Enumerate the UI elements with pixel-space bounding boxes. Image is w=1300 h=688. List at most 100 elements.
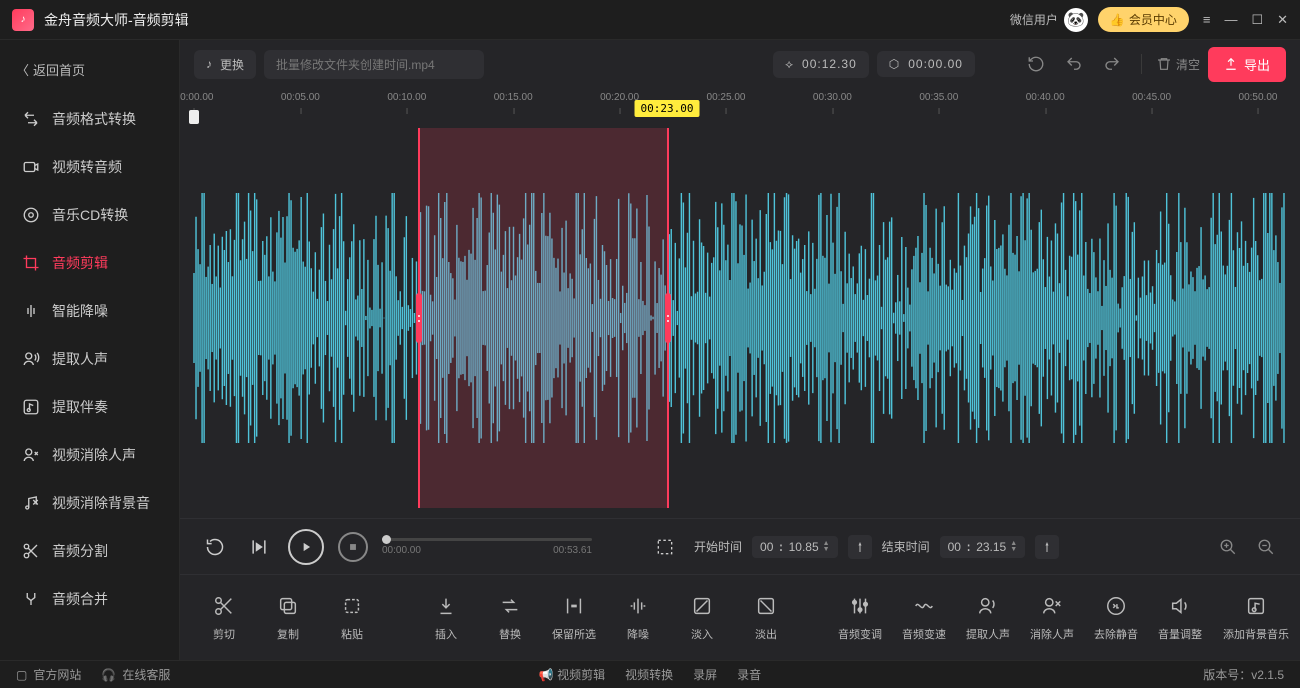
selection-region[interactable]: 00:23.00	[418, 128, 669, 508]
play-selection-button[interactable]	[244, 532, 274, 562]
tool-cut[interactable]: 剪切	[196, 594, 252, 642]
sidebar-item-cd-convert[interactable]: 音乐CD转换	[0, 191, 179, 239]
headset-icon: 🎧	[101, 668, 116, 682]
remove-silence-icon	[1104, 594, 1128, 618]
tool-label: 消除人声	[1030, 626, 1074, 642]
zoom-out-button[interactable]	[1252, 533, 1280, 561]
sidebar-item-video-to-audio[interactable]: 视频转音频	[0, 143, 179, 191]
tool-fade-out[interactable]: 淡出	[738, 594, 794, 642]
volume-icon	[1168, 594, 1192, 618]
vip-center-button[interactable]: 👍 会员中心	[1098, 7, 1189, 32]
stepper-arrows-icon[interactable]: ▲▼	[1010, 541, 1017, 553]
redo-button[interactable]	[1097, 49, 1127, 79]
pin-end-button[interactable]	[1035, 535, 1059, 559]
sidebar-item-label: 音乐CD转换	[52, 205, 128, 225]
tool-insert[interactable]: 插入	[418, 594, 474, 642]
minimize-button[interactable]: —	[1224, 12, 1237, 28]
tool-label: 复制	[277, 626, 299, 642]
start-time-input[interactable]: 00:10.85▲▼	[752, 536, 838, 558]
sidebar-item-denoise[interactable]: 智能降噪	[0, 287, 179, 335]
progress-bar[interactable]: 00:00.0000:53.61	[382, 538, 592, 556]
tool-pitch[interactable]: 音频变调	[832, 594, 888, 642]
sidebar-item-video-remove-bgm[interactable]: 视频消除背景音	[0, 479, 179, 527]
ruler-tick: 00:25.00	[707, 92, 746, 103]
menu-button[interactable]: ≡	[1203, 12, 1211, 28]
change-file-button[interactable]: ♪ 更换	[194, 50, 256, 79]
sidebar-item-extract-accompaniment[interactable]: 提取伴奏	[0, 383, 179, 431]
pitch-icon	[848, 594, 872, 618]
tool-label: 音频变速	[902, 626, 946, 642]
footer-tab[interactable]: 录屏	[693, 666, 717, 683]
support-link[interactable]: 🎧在线客服	[101, 666, 170, 683]
selection-handle-left[interactable]	[416, 293, 422, 343]
ruler-tick: 00:35.00	[919, 92, 958, 103]
pin-start-button[interactable]	[848, 535, 872, 559]
refresh-button[interactable]	[1021, 49, 1051, 79]
denoise-icon	[626, 594, 650, 618]
sidebar-item-audio-split[interactable]: 音频分割	[0, 527, 179, 575]
tool-label: 淡出	[755, 626, 777, 642]
remove-vocal-icon	[1040, 594, 1064, 618]
tool-add-bgm[interactable]: 添加背景音乐	[1228, 594, 1284, 642]
tool-speed[interactable]: 音频变速	[896, 594, 952, 642]
stop-button[interactable]	[338, 532, 368, 562]
tool-copy[interactable]: 复制	[260, 594, 316, 642]
progress-knob[interactable]	[382, 535, 391, 544]
tool-label: 降噪	[627, 626, 649, 642]
close-button[interactable]: ✕	[1277, 12, 1288, 28]
tool-replace[interactable]: 替换	[482, 594, 538, 642]
end-time-label: 结束时间	[882, 538, 930, 555]
tool-remove-vocal[interactable]: 消除人声	[1024, 594, 1080, 642]
footer-tab[interactable]: 📢 视频剪辑	[539, 666, 605, 683]
ruler-tick: 00:05.00	[281, 92, 320, 103]
tool-extract-vocal[interactable]: 提取人声	[960, 594, 1016, 642]
tool-label: 添加背景音乐	[1223, 626, 1289, 642]
zoom-in-button[interactable]	[1214, 533, 1242, 561]
tool-fade-in[interactable]: 淡入	[674, 594, 730, 642]
waveform-area[interactable]: 00:23.00	[194, 128, 1286, 508]
waveform	[194, 128, 1286, 508]
sidebar-item-extract-vocal[interactable]: 提取人声	[0, 335, 179, 383]
timeline[interactable]: 00:00.0000:05.0000:10.0000:15.0000:20.00…	[180, 88, 1300, 518]
playhead-track[interactable]	[194, 116, 1286, 118]
tool-paste[interactable]: 粘贴	[324, 594, 380, 642]
bars-icon	[22, 302, 40, 320]
loop-button[interactable]	[200, 532, 230, 562]
undo-button[interactable]	[1059, 49, 1089, 79]
time-ruler[interactable]: 00:00.0000:05.0000:10.0000:15.0000:20.00…	[180, 88, 1300, 118]
tool-remove-silence[interactable]: 去除静音	[1088, 594, 1144, 642]
fade-out-icon	[754, 594, 778, 618]
stepper-arrows-icon[interactable]: ▲▼	[823, 541, 830, 553]
replace-icon	[498, 594, 522, 618]
tool-volume[interactable]: 音量调整	[1152, 594, 1208, 642]
tool-label: 剪切	[213, 626, 235, 642]
footer-tab[interactable]: 视频转换	[625, 666, 673, 683]
ruler-tick: 00:45.00	[1132, 92, 1171, 103]
voice-icon	[22, 350, 40, 368]
fade-in-icon	[690, 594, 714, 618]
tool-denoise[interactable]: 降噪	[610, 594, 666, 642]
selection-handle-right[interactable]	[665, 293, 671, 343]
clear-button[interactable]: 清空	[1156, 49, 1200, 79]
export-button[interactable]: 导出	[1208, 47, 1286, 82]
tool-label: 保留所选	[552, 626, 596, 642]
tool-label: 音频变调	[838, 626, 882, 642]
end-time-input[interactable]: 00:23.15▲▼	[940, 536, 1026, 558]
sidebar-item-video-remove-vocal[interactable]: 视频消除人声	[0, 431, 179, 479]
sidebar-item-audio-edit[interactable]: 音频剪辑	[0, 239, 179, 287]
ruler-tick: 00:15.00	[494, 92, 533, 103]
maximize-button[interactable]: ☐	[1251, 12, 1263, 28]
playhead-knob[interactable]	[189, 110, 199, 124]
sidebar-item-label: 提取伴奏	[52, 397, 108, 417]
play-button[interactable]	[288, 529, 324, 565]
sidebar: 〈 返回首页 音频格式转换 视频转音频 音乐CD转换 音频剪辑 智能降噪 提取人…	[0, 40, 180, 660]
ruler-tick: 00:20.00	[600, 92, 639, 103]
official-site-link[interactable]: ▢官方网站	[16, 666, 81, 683]
sidebar-item-format-convert[interactable]: 音频格式转换	[0, 95, 179, 143]
select-all-button[interactable]	[650, 532, 680, 562]
sidebar-item-audio-merge[interactable]: 音频合并	[0, 575, 179, 623]
tool-keep-selection[interactable]: 保留所选	[546, 594, 602, 642]
footer-tab[interactable]: 录音	[737, 666, 761, 683]
user-avatar[interactable]: 🐼	[1064, 8, 1088, 32]
back-home-button[interactable]: 〈 返回首页	[0, 54, 179, 85]
